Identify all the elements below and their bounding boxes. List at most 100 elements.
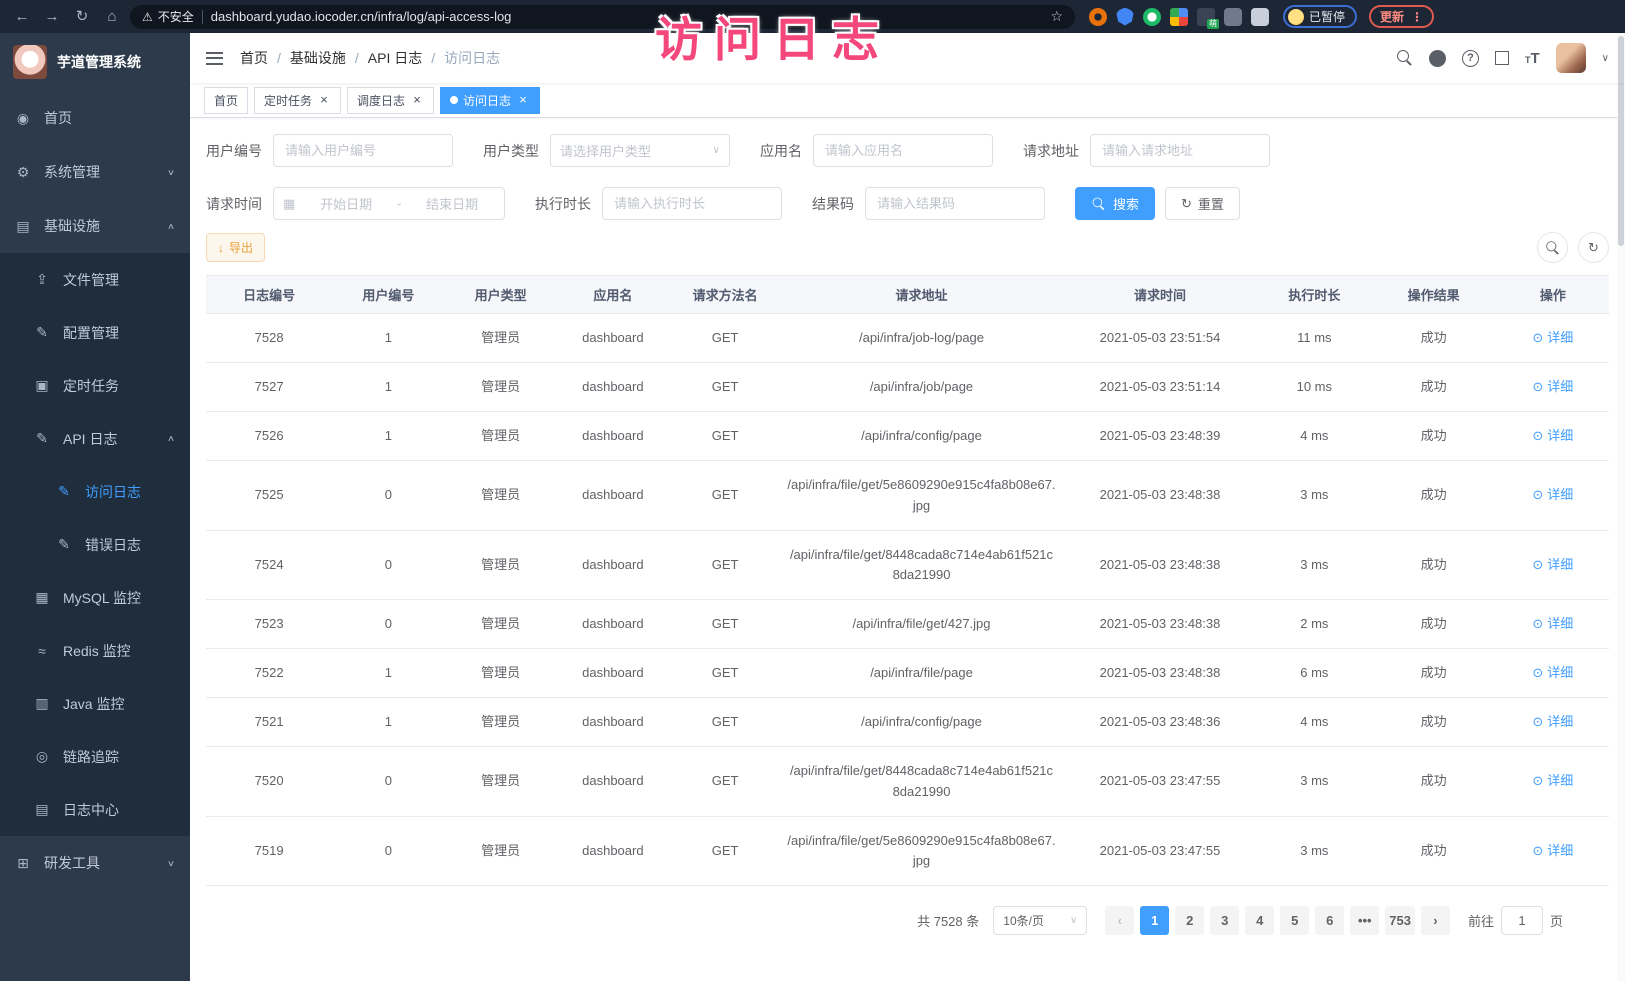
text-size-icon[interactable]: TT [1525,50,1540,67]
result-cell: 成功 [1370,816,1496,885]
app-logo-row[interactable]: 芋道管理系统 [0,33,190,91]
tab-home[interactable]: 首页 [204,87,248,114]
page-button-6[interactable]: 6 [1315,906,1344,935]
extension-icon[interactable] [1089,8,1107,26]
browser-reload-icon[interactable]: ↻ [70,5,94,29]
sidebar-item-dev-tools[interactable]: ⊞ 研发工具 ∨ [0,836,190,890]
toggle-search-button[interactable] [1537,232,1568,263]
extension-icon[interactable] [1224,8,1242,26]
extension-icon[interactable]: 萌 [1197,8,1215,26]
page-button-5[interactable]: 5 [1280,906,1309,935]
browser-forward-icon[interactable]: → [40,5,64,29]
extensions-row: 萌 [1089,8,1269,26]
detail-link[interactable]: ⊙详细 [1532,771,1573,791]
sidebar-item-java[interactable]: ▥ Java 监控 [0,677,190,730]
github-icon[interactable] [1429,50,1446,67]
user-type-select[interactable]: 请选择用户类型 ∨ [550,134,730,167]
sidebar-item-error-log[interactable]: ✎ 错误日志 [0,518,190,571]
result-code-input[interactable] [865,187,1045,220]
close-icon[interactable]: × [410,93,424,107]
divider [202,10,203,24]
col-request-time: 请求时间 [1062,276,1258,314]
app-name-cell: dashboard [557,530,669,599]
table-row: 75221管理员dashboardGET/api/infra/file/page… [206,649,1609,698]
extension-icon[interactable] [1170,8,1188,26]
browser-update-button[interactable]: 更新 ⋮ [1369,5,1434,28]
tools-icon: ⊞ [15,855,31,872]
sidebar-item-redis[interactable]: ≈ Redis 监控 [0,624,190,677]
detail-link[interactable]: ⊙详细 [1532,712,1573,732]
refresh-button[interactable]: ↻ [1578,232,1609,263]
detail-link[interactable]: ⊙详细 [1532,328,1573,348]
stack-icon: ≈ [34,643,50,659]
next-page-button[interactable]: › [1421,906,1450,935]
sidebar-item-mysql[interactable]: ▦ MySQL 监控 [0,571,190,624]
sidebar-item-trace[interactable]: ◎ 链路追踪 [0,730,190,783]
page-button-4[interactable]: 4 [1245,906,1274,935]
browser-back-icon[interactable]: ← [10,5,34,29]
profile-paused-chip[interactable]: 已暂停 [1283,5,1357,28]
page-button-1[interactable]: 1 [1140,906,1169,935]
duration-cell: 3 ms [1258,747,1370,816]
search-icon[interactable] [1397,50,1413,66]
sidebar-item-config[interactable]: ✎ 配置管理 [0,306,190,359]
bookmark-star-icon[interactable]: ☆ [1050,8,1063,25]
sidebar-item-log-center[interactable]: ▤ 日志中心 [0,783,190,836]
tab-access-log[interactable]: 访问日志 × [440,87,540,114]
page-scrollbar[interactable] [1617,33,1625,981]
user-avatar[interactable] [1556,43,1586,73]
request-url-input[interactable] [1090,134,1270,167]
detail-link[interactable]: ⊙详细 [1532,663,1573,683]
close-icon[interactable]: × [317,93,331,107]
sidebar-item-system[interactable]: ⚙ 系统管理 ∨ [0,145,190,199]
export-button[interactable]: ↓ 导出 [206,233,265,262]
duration-input[interactable] [602,187,782,220]
extension-shield-icon[interactable] [1116,8,1134,26]
app-name-input[interactable] [813,134,993,167]
kebab-menu-icon[interactable]: ⋮ [1411,10,1423,24]
user-id-cell: 1 [332,698,444,747]
search-button[interactable]: 搜索 [1075,187,1155,220]
close-icon[interactable]: × [516,93,530,107]
detail-link[interactable]: ⊙详细 [1532,555,1573,575]
detail-link[interactable]: ⊙详细 [1532,377,1573,397]
detail-link[interactable]: ⊙详细 [1532,426,1573,446]
page-size-select[interactable]: 10条/页 ∨ [993,906,1087,935]
sidebar-item-file[interactable]: ⇪ 文件管理 [0,253,190,306]
more-pages-button[interactable]: ••• [1350,906,1379,935]
actions-cell: ⊙详细 [1497,530,1609,599]
chevron-down-icon[interactable]: ∨ [1602,53,1609,64]
sidebar-item-job[interactable]: ▣ 定时任务 [0,359,190,412]
page-button-2[interactable]: 2 [1175,906,1204,935]
page-button-last[interactable]: 753 [1385,906,1415,935]
hamburger-icon[interactable] [206,52,223,65]
breadcrumb-api-log[interactable]: API 日志 [368,48,422,68]
breadcrumb-infra[interactable]: 基础设施 [290,48,346,68]
tab-job-log[interactable]: 调度日志 × [347,87,434,114]
detail-link[interactable]: ⊙详细 [1532,614,1573,634]
security-warning[interactable]: ⚠ 不安全 [142,8,194,25]
request-time-range-picker[interactable]: ▦ 开始日期 - 结束日期 [273,187,505,220]
goto-page-input[interactable] [1501,906,1543,935]
help-icon[interactable]: ? [1462,50,1479,67]
extension-icon[interactable] [1143,8,1161,26]
sidebar-item-access-log[interactable]: ✎ 访问日志 [0,465,190,518]
prev-page-button[interactable]: ‹ [1105,906,1134,935]
sidebar-item-api-log[interactable]: ✎ API 日志 ∧ [0,412,190,465]
sidebar-item-infra[interactable]: ▤ 基础设施 ∧ [0,199,190,253]
address-bar[interactable]: ⚠ 不安全 dashboard.yudao.iocoder.cn/infra/l… [130,5,1075,29]
tab-job[interactable]: 定时任务 × [254,87,341,114]
app-name-cell: dashboard [557,314,669,363]
app-name-label: 应用名 [760,141,802,161]
sidebar-item-home[interactable]: ◉ 首页 [0,91,190,145]
detail-link[interactable]: ⊙详细 [1532,841,1573,861]
reset-button[interactable]: ↻ 重置 [1165,187,1240,220]
user-id-input[interactable] [273,134,453,167]
detail-link[interactable]: ⊙详细 [1532,485,1573,505]
browser-home-icon[interactable]: ⌂ [100,5,124,29]
breadcrumb-home[interactable]: 首页 [240,48,268,68]
page-button-3[interactable]: 3 [1210,906,1239,935]
fullscreen-icon[interactable] [1495,51,1509,65]
extensions-puzzle-icon[interactable] [1251,8,1269,26]
request-time-cell: 2021-05-03 23:48:38 [1062,530,1258,599]
